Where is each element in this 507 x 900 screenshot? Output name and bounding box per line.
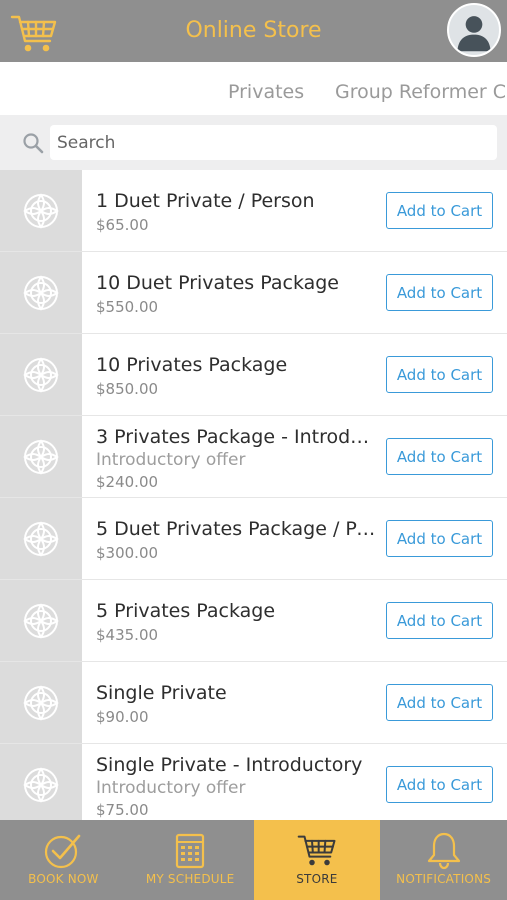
calendar-icon [176, 833, 205, 869]
product-thumbnail [0, 170, 82, 251]
product-name: 10 Privates Package [96, 354, 288, 376]
product-name: 5 Duet Privates Package / Pe… [96, 518, 378, 540]
list-item[interactable]: 5 Privates Package $435.00 Add to Cart [0, 580, 507, 662]
add-to-cart-button[interactable]: Add to Cart [386, 192, 493, 229]
nav-label: BOOK NOW [28, 872, 99, 886]
list-item[interactable]: 3 Privates Package - Introduc… Introduct… [0, 416, 507, 498]
nav-store[interactable]: STORE [253, 820, 381, 900]
check-circle-icon [45, 834, 81, 869]
shopping-cart-icon [297, 835, 336, 866]
add-to-cart-button[interactable]: Add to Cart [386, 520, 493, 557]
flower-logo-icon [23, 521, 59, 557]
tab-privates[interactable]: Privates [228, 81, 304, 103]
search-bar [0, 115, 507, 170]
flower-logo-icon [23, 357, 59, 393]
product-price: $65.00 [96, 216, 149, 234]
add-to-cart-button[interactable]: Add to Cart [386, 602, 493, 639]
flower-logo-icon [23, 767, 59, 803]
nav-book-now[interactable]: BOOK NOW [0, 820, 127, 900]
flower-logo-icon [23, 439, 59, 475]
product-thumbnail [0, 580, 82, 661]
list-item[interactable]: 10 Privates Package $850.00 Add to Cart [0, 334, 507, 416]
add-to-cart-button[interactable]: Add to Cart [386, 684, 493, 721]
page-title: Online Store [185, 18, 322, 43]
list-item[interactable]: 10 Duet Privates Package $550.00 Add to … [0, 252, 507, 334]
add-to-cart-button[interactable]: Add to Cart [386, 274, 493, 311]
product-price: $75.00 [96, 801, 149, 819]
product-thumbnail [0, 498, 82, 579]
list-item[interactable]: 5 Duet Privates Package / Pe… $300.00 Ad… [0, 498, 507, 580]
product-price: $850.00 [96, 380, 159, 398]
product-name: Single Private - Introductory [96, 754, 363, 776]
product-thumbnail [0, 416, 82, 497]
product-price: $435.00 [96, 626, 159, 644]
flower-logo-icon [23, 685, 59, 721]
product-subtitle: Introductory offer [96, 450, 246, 470]
flower-logo-icon [23, 275, 59, 311]
product-price: $90.00 [96, 708, 149, 726]
nav-notifications[interactable]: NOTIFICATIONS [380, 820, 507, 900]
flower-logo-icon [23, 603, 59, 639]
list-item[interactable]: 1 Duet Private / Person $65.00 Add to Ca… [0, 170, 507, 252]
tab-group-reformer[interactable]: Group Reformer Cl [335, 81, 507, 103]
product-thumbnail [0, 744, 82, 820]
nav-label: NOTIFICATIONS [396, 872, 492, 886]
nav-label: MY SCHEDULE [145, 872, 235, 886]
search-input[interactable] [50, 125, 497, 160]
nav-label: STORE [296, 872, 338, 886]
product-price: $550.00 [96, 298, 159, 316]
product-thumbnail [0, 662, 82, 743]
add-to-cart-button[interactable]: Add to Cart [386, 766, 493, 803]
search-icon [23, 133, 44, 154]
product-price: $300.00 [96, 544, 159, 562]
product-name: 10 Duet Privates Package [96, 272, 340, 294]
bell-icon [427, 832, 460, 870]
add-to-cart-button[interactable]: Add to Cart [386, 356, 493, 393]
product-list: 1 Duet Private / Person $65.00 Add to Ca… [0, 170, 507, 820]
product-price: $240.00 [96, 473, 159, 491]
product-name: 3 Privates Package - Introduc… [96, 426, 378, 448]
product-name: 1 Duet Private / Person [96, 190, 315, 212]
app-header: Online Store [0, 0, 507, 62]
product-name: Single Private [96, 682, 227, 704]
product-name: 5 Privates Package [96, 600, 276, 622]
list-item[interactable]: Single Private $90.00 Add to Cart [0, 662, 507, 744]
list-item[interactable]: Single Private - Introductory Introducto… [0, 744, 507, 820]
product-thumbnail [0, 334, 82, 415]
user-avatar-icon[interactable] [447, 3, 501, 57]
category-tabs: Privates Group Reformer Cl [0, 62, 507, 115]
bottom-nav: BOOK NOW MY SCHEDULE STORE NOTIFICATIONS [0, 820, 507, 900]
add-to-cart-button[interactable]: Add to Cart [386, 438, 493, 475]
product-thumbnail [0, 252, 82, 333]
flower-logo-icon [23, 193, 59, 229]
product-subtitle: Introductory offer [96, 778, 246, 798]
nav-my-schedule[interactable]: MY SCHEDULE [127, 820, 254, 900]
